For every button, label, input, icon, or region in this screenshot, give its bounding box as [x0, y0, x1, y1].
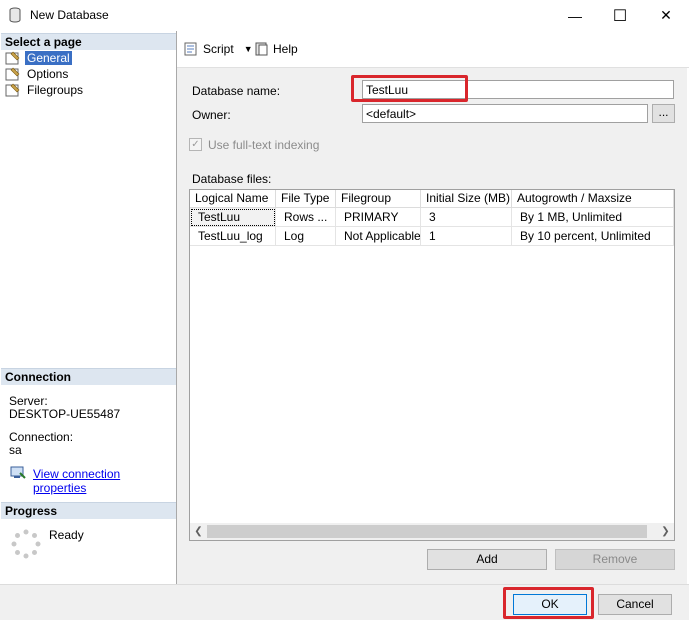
add-button[interactable]: Add: [427, 549, 547, 570]
ok-button-highlight: [503, 587, 594, 619]
grid-cell-filegroup[interactable]: PRIMARY: [336, 208, 421, 227]
database-files-label: Database files:: [192, 172, 272, 186]
grid-cell-logical-name[interactable]: TestLuu_log: [190, 227, 276, 246]
page-item-label: General: [25, 51, 72, 65]
server-label: Server:: [9, 394, 48, 408]
grid-cell-initial-size[interactable]: 3: [421, 208, 512, 227]
scrollbar-thumb[interactable]: [207, 525, 647, 538]
connection-value: sa: [9, 443, 22, 457]
scroll-left-icon[interactable]: ❮: [190, 523, 207, 540]
window-title: New Database: [30, 8, 109, 22]
column-header-initial-size[interactable]: Initial Size (MB): [421, 190, 512, 208]
page-wrench-icon: [5, 51, 20, 65]
page-item-label: Options: [27, 67, 69, 81]
owner-browse-button[interactable]: ...: [652, 104, 675, 123]
help-label: Help: [273, 42, 298, 56]
page-item-general[interactable]: General: [5, 50, 72, 66]
grid-cell-autogrowth[interactable]: By 1 MB, Unlimited: [512, 208, 674, 227]
progress-status: Ready: [49, 528, 84, 542]
database-name-label: Database name:: [192, 84, 281, 98]
page-item-filegroups[interactable]: Filegroups: [5, 82, 85, 98]
grid-cell-initial-size[interactable]: 1: [421, 227, 512, 246]
owner-label: Owner:: [192, 108, 231, 122]
script-button[interactable]: Script ▼: [183, 39, 253, 59]
fulltext-label: Use full-text indexing: [208, 138, 320, 152]
page-item-label: Filegroups: [27, 83, 84, 97]
horizontal-scrollbar[interactable]: ❮ ❯: [190, 523, 674, 540]
help-button[interactable]: Help: [254, 39, 298, 59]
script-icon: [184, 42, 197, 56]
grid-cell-logical-name[interactable]: TestLuu: [190, 208, 276, 227]
database-files-grid: Logical Name File Type Filegroup Initial…: [189, 189, 675, 541]
connection-label: Connection:: [9, 430, 74, 444]
grid-cell-filegroup[interactable]: Not Applicable: [336, 227, 421, 246]
remove-button[interactable]: Remove: [555, 549, 675, 570]
server-value: DESKTOP-UE55487: [9, 407, 121, 421]
close-icon: ✕: [660, 7, 672, 23]
fulltext-checkbox[interactable]: ✓: [189, 138, 202, 151]
close-button[interactable]: ✕: [643, 0, 689, 31]
minimize-button[interactable]: —: [552, 0, 598, 31]
progress-header: Progress: [1, 502, 176, 519]
maximize-button[interactable]: ☐: [597, 0, 643, 31]
page-wrench-icon: [5, 83, 20, 97]
left-panel: Select a page General Options Filegroups…: [1, 31, 177, 584]
database-icon: [9, 7, 21, 23]
grid-cell-file-type[interactable]: Log: [276, 227, 336, 246]
column-header-autogrowth[interactable]: Autogrowth / Maxsize: [512, 190, 674, 208]
progress-spinner-icon: [11, 529, 41, 559]
minimize-icon: —: [568, 7, 582, 24]
column-header-logical-name[interactable]: Logical Name: [190, 190, 276, 208]
view-connection-properties-link[interactable]: View connection properties: [33, 467, 176, 495]
maximize-icon: ☐: [612, 7, 628, 25]
scroll-right-icon[interactable]: ❯: [657, 523, 674, 540]
grid-cell-autogrowth[interactable]: By 10 percent, Unlimited: [512, 227, 674, 246]
select-page-header: Select a page: [1, 33, 176, 50]
chevron-down-icon: ▼: [243, 44, 253, 54]
script-label: Script: [203, 42, 234, 56]
grid-cell-file-type[interactable]: Rows ...: [276, 208, 336, 227]
connection-header: Connection: [1, 368, 176, 385]
database-name-highlight: [351, 75, 468, 102]
toolbar: Script ▼ Help: [177, 31, 689, 68]
page-item-options[interactable]: Options: [5, 66, 70, 82]
column-header-file-type[interactable]: File Type: [276, 190, 336, 208]
cancel-button[interactable]: Cancel: [598, 594, 672, 615]
title-bar: New Database — ☐ ✕: [0, 0, 689, 31]
connection-properties-icon: [10, 466, 26, 479]
page-wrench-icon: [5, 67, 20, 81]
column-header-filegroup[interactable]: Filegroup: [336, 190, 421, 208]
owner-input[interactable]: <default>: [362, 104, 648, 123]
help-book-icon: [255, 42, 268, 56]
